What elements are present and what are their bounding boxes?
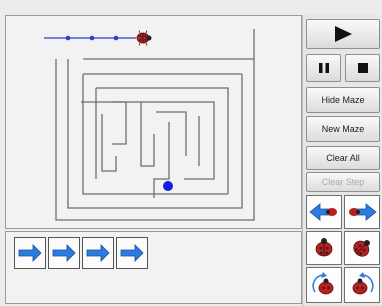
clear-all-label: Clear All bbox=[326, 153, 360, 163]
play-button[interactable] bbox=[306, 19, 380, 49]
path-step-dot bbox=[89, 35, 95, 41]
hide-maze-label: Hide Maze bbox=[321, 95, 365, 105]
new-maze-button[interactable]: New Maze bbox=[306, 116, 380, 142]
path-step-dot bbox=[113, 35, 119, 41]
maze-walls bbox=[55, 29, 255, 221]
play-icon bbox=[335, 26, 352, 42]
maze-wall bbox=[140, 102, 155, 167]
rotate-right-command[interactable] bbox=[344, 267, 380, 303]
goal-dot bbox=[163, 181, 173, 191]
ladybug-robot bbox=[136, 30, 152, 46]
pause-icon bbox=[318, 63, 329, 73]
maze-wall bbox=[81, 101, 127, 145]
clear-all-button[interactable]: Clear All bbox=[306, 146, 380, 170]
program-strip bbox=[5, 231, 302, 304]
robot-path bbox=[44, 35, 136, 41]
ladybug-command[interactable] bbox=[344, 231, 380, 265]
maze-svg bbox=[44, 29, 255, 221]
turn-left-command[interactable] bbox=[306, 195, 342, 229]
new-maze-label: New Maze bbox=[321, 124, 365, 134]
maze-wall bbox=[67, 59, 243, 209]
forward-arrow-icon bbox=[52, 244, 76, 262]
ladybug-rotate-left-icon bbox=[312, 272, 334, 295]
forward-arrow-icon bbox=[18, 244, 42, 262]
program-step-forward[interactable] bbox=[82, 237, 114, 269]
program-step-forward[interactable] bbox=[116, 237, 148, 269]
program-step-forward[interactable] bbox=[14, 237, 46, 269]
ladybug-command[interactable] bbox=[306, 231, 342, 265]
turn-right-arrow-icon bbox=[349, 203, 377, 221]
turn-right-command[interactable] bbox=[344, 195, 380, 229]
maze-wall bbox=[156, 111, 187, 156]
stop-button[interactable] bbox=[345, 54, 380, 82]
maze-wall bbox=[101, 114, 117, 172]
maze-wall bbox=[96, 87, 229, 194]
forward-arrow-icon bbox=[86, 244, 110, 262]
hide-maze-button[interactable]: Hide Maze bbox=[306, 87, 380, 113]
ladybug-icon bbox=[353, 240, 370, 257]
turn-left-arrow-icon bbox=[309, 203, 337, 221]
path-step-dot bbox=[65, 35, 71, 41]
ladybug-rotate-right-icon bbox=[352, 272, 374, 295]
maze-board bbox=[5, 15, 302, 229]
stop-icon bbox=[357, 63, 368, 73]
pause-button[interactable] bbox=[306, 54, 341, 82]
maze-wall bbox=[55, 29, 255, 221]
ladybug-icon bbox=[315, 238, 333, 257]
forward-arrow-icon bbox=[120, 244, 144, 262]
maze-wall bbox=[82, 74, 228, 195]
control-panel: Hide Maze New Maze Clear All Clear Step bbox=[302, 15, 382, 306]
program-step-forward[interactable] bbox=[48, 237, 80, 269]
clear-step-button[interactable]: Clear Step bbox=[306, 172, 380, 192]
rotate-left-command[interactable] bbox=[306, 267, 342, 303]
clear-step-label: Clear Step bbox=[321, 177, 365, 187]
